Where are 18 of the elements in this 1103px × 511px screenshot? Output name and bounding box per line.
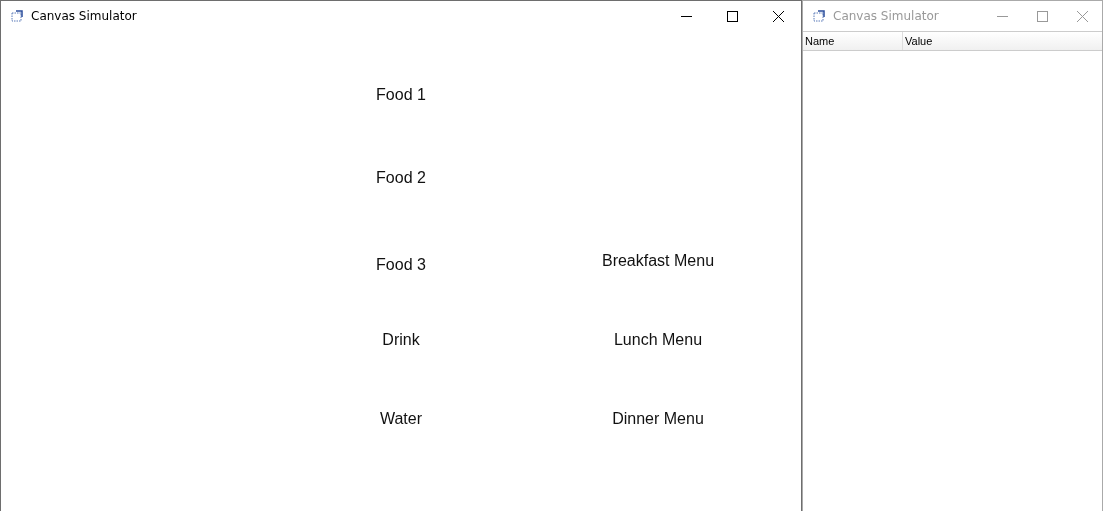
- window-title: Canvas Simulator: [833, 9, 939, 23]
- app-icon: [10, 9, 24, 23]
- maximize-icon: [726, 10, 738, 22]
- window-title: Canvas Simulator: [31, 9, 137, 23]
- maximize-icon: [1036, 10, 1048, 22]
- canvas-label: Breakfast Menu: [601, 252, 715, 270]
- column-header[interactable]: Name: [803, 32, 903, 50]
- canvas-label: Food 3: [376, 256, 426, 274]
- canvas-label: Dinner Menu: [612, 410, 704, 428]
- canvas-label: Water: [379, 410, 423, 428]
- canvas-label: Lunch Menu: [613, 331, 703, 349]
- column-header[interactable]: Value: [903, 32, 1102, 50]
- canvas-label: Food 1: [376, 86, 426, 104]
- app-icon: [812, 9, 826, 23]
- canvas-label: Drink: [382, 331, 420, 349]
- canvas-label: Food 2: [376, 169, 426, 187]
- close-icon: [1076, 10, 1088, 22]
- close-icon: [772, 10, 784, 22]
